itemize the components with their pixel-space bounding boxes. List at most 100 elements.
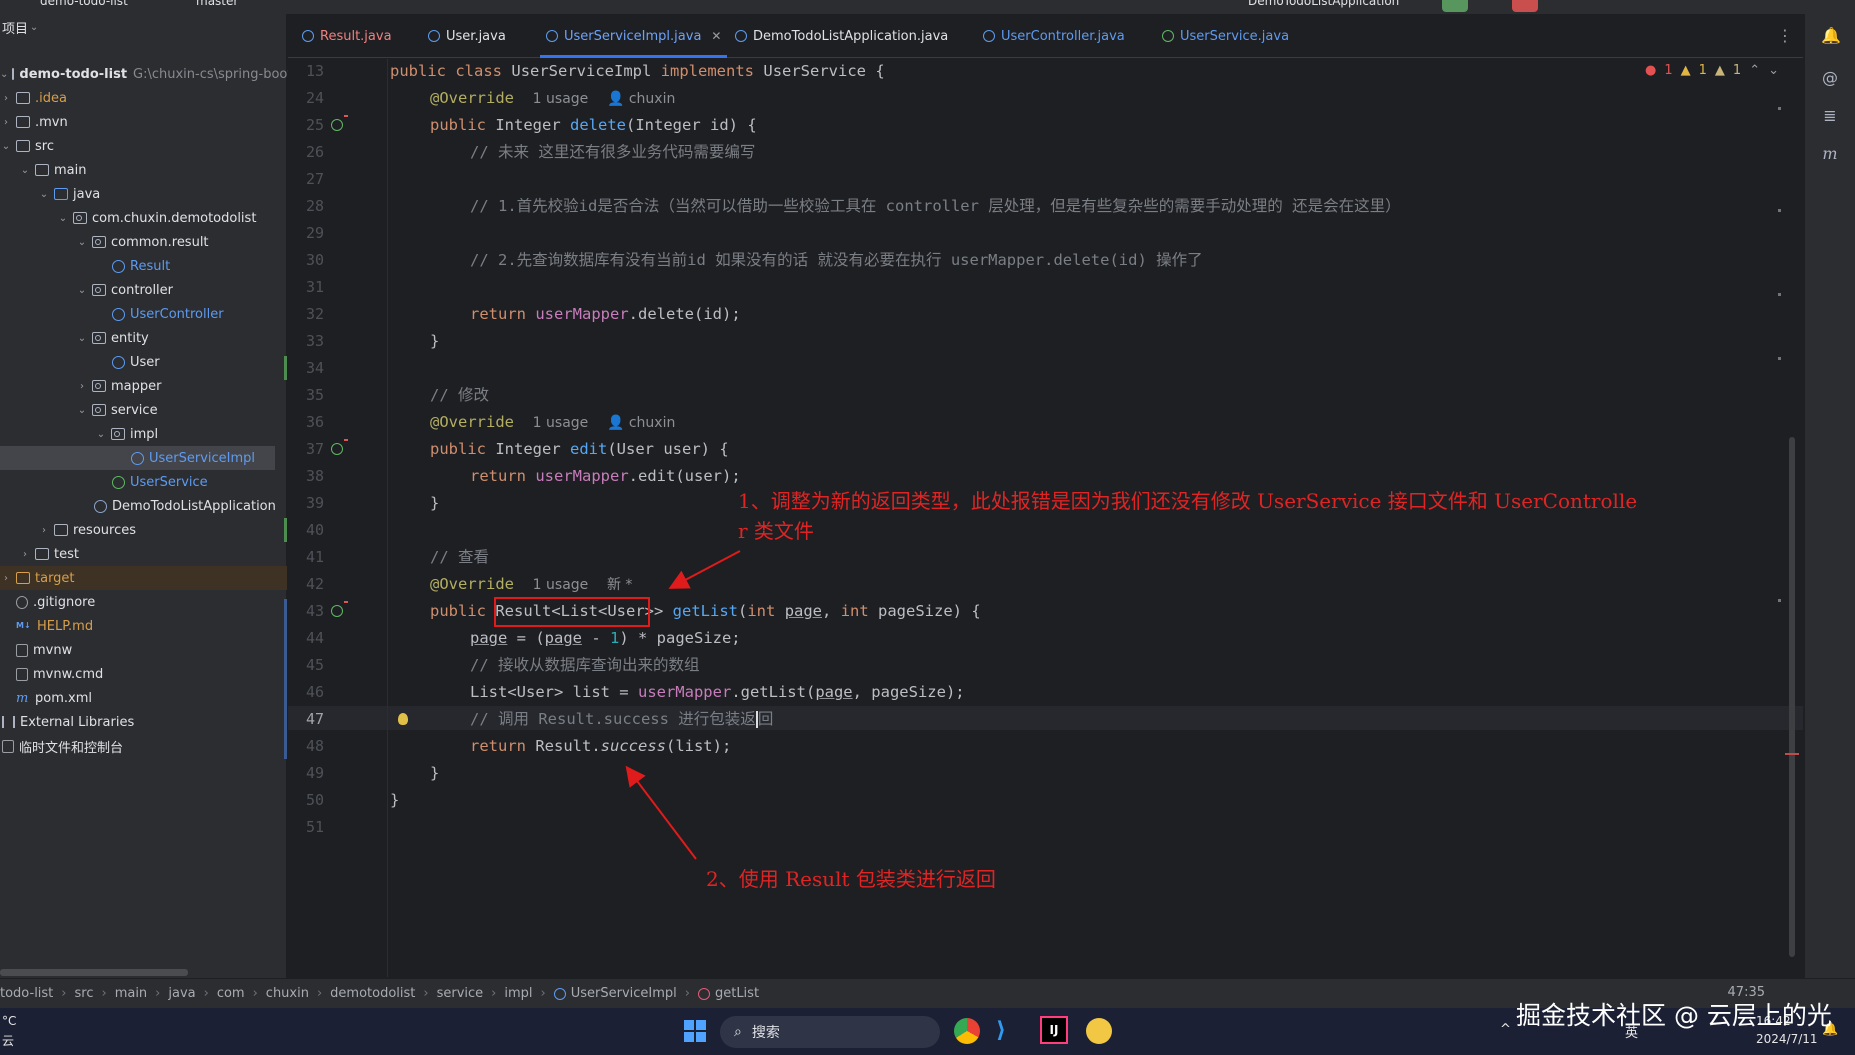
chevron-right-icon[interactable]: ›	[19, 549, 31, 560]
tree-item-mvnw[interactable]: mvnw	[0, 638, 287, 662]
tree-item-java[interactable]: ⌄ java	[0, 182, 287, 206]
project-panel-header[interactable]: 项目 ⌄	[0, 14, 286, 40]
chevron-down-icon[interactable]: ⌄	[76, 285, 88, 296]
chevron-up-icon[interactable]: ^	[1500, 1022, 1511, 1037]
chevron-right-icon[interactable]: ›	[38, 525, 50, 536]
tree-item-main[interactable]: ⌄ main	[0, 158, 287, 182]
chevron-right-icon[interactable]: ›	[0, 573, 12, 584]
intellij-icon[interactable]: IJ	[1040, 1016, 1068, 1044]
chevron-down-icon[interactable]: ⌄	[19, 165, 31, 176]
tree-root[interactable]: ⌄ demo-todo-list G:\chuxin-cs\spring-boo…	[0, 62, 297, 86]
tree-item-service[interactable]: ⌄ service	[0, 398, 287, 422]
ai-assistant-icon[interactable]: @	[1821, 68, 1839, 87]
tree-item-impl[interactable]: ⌄ impl	[0, 422, 287, 446]
tab-application-java[interactable]: DemoTodoListApplication.java	[735, 14, 948, 58]
close-icon[interactable]: ✕	[711, 29, 721, 43]
tree-item-common-result[interactable]: ⌄ common.result	[0, 230, 287, 254]
tab-usercontroller-java[interactable]: UserController.java	[983, 14, 1125, 58]
tree-item-mvn[interactable]: › .mvn	[0, 110, 287, 134]
code-editor[interactable]: 13 24 25 26 27 28 29 30 31 32 33 34 35 3…	[284, 59, 1803, 977]
vcs-change-marker[interactable]	[284, 518, 287, 542]
tree-item-help-md[interactable]: M↓ HELP.md	[0, 614, 287, 638]
stop-icon[interactable]	[1512, 0, 1538, 12]
tree-item-src[interactable]: ⌄ src	[0, 134, 287, 158]
tree-item-userservice[interactable]: UserService	[0, 470, 287, 494]
chevron-down-icon[interactable]: ⌄	[95, 429, 107, 440]
breadcrumb-item[interactable]: java	[168, 986, 195, 1001]
tree-item-resources[interactable]: › resources	[0, 518, 287, 542]
tab-userserviceimpl-java[interactable]: UserServiceImpl.java ✕	[539, 14, 728, 58]
tree-item-mvnw-cmd[interactable]: mvnw.cmd	[0, 662, 287, 686]
breadcrumb-item[interactable]: demotodolist	[330, 986, 415, 1001]
tree-item-mapper[interactable]: › mapper	[0, 374, 287, 398]
breadcrumb-item[interactable]: src	[75, 986, 94, 1001]
tree-item-usercontroller[interactable]: UserController	[0, 302, 287, 326]
breadcrumb-item[interactable]: main	[115, 986, 147, 1001]
chevron-down-icon[interactable]: ⌄	[1768, 63, 1779, 78]
tree-item-entity[interactable]: ⌄ entity	[0, 326, 287, 350]
chevron-right-icon[interactable]: ›	[0, 117, 12, 128]
tree-item-controller[interactable]: ⌄ controller	[0, 278, 287, 302]
tree-item-test[interactable]: › test	[0, 542, 287, 566]
weather-condition[interactable]: 云	[2, 1032, 14, 1049]
tab-user-java[interactable]: User.java	[428, 14, 506, 58]
breadcrumb-item[interactable]: impl	[504, 986, 532, 1001]
inspection-widget[interactable]: ● 1 ▲ 1 ▲ 1 ⌃ ⌄	[1645, 63, 1779, 78]
tree-item-external-libraries[interactable]: External Libraries	[0, 710, 287, 734]
error-stripe-mark[interactable]	[1785, 753, 1799, 755]
project-menu[interactable]: demo-todo-list	[40, 0, 128, 8]
implements-method-icon[interactable]	[331, 439, 348, 455]
tree-item-result[interactable]: Result	[0, 254, 287, 278]
chevron-up-icon[interactable]: ⌃	[1749, 63, 1760, 78]
tree-item-pom[interactable]: m pom.xml	[0, 686, 287, 710]
tab-userservice-java[interactable]: UserService.java	[1162, 14, 1289, 58]
breadcrumb-method[interactable]: getList	[697, 986, 759, 1001]
tree-item-user[interactable]: User	[0, 350, 287, 374]
chevron-down-icon[interactable]: ⌄	[28, 22, 40, 33]
vcs-change-marker[interactable]	[284, 356, 287, 380]
breadcrumb-class[interactable]: UserServiceImpl	[553, 986, 677, 1001]
tree-item-application[interactable]: DemoTodoListApplication	[0, 494, 287, 518]
tree-item-target[interactable]: › target	[0, 566, 287, 590]
run-icon[interactable]	[1442, 0, 1468, 12]
taskbar-search[interactable]: ⌕ 搜索	[720, 1016, 940, 1048]
app-icon[interactable]	[1086, 1018, 1112, 1044]
vertical-scrollbar[interactable]	[1789, 437, 1795, 957]
chrome-icon[interactable]	[954, 1018, 980, 1044]
vcs-change-marker[interactable]	[284, 599, 287, 759]
tree-item-idea[interactable]: › .idea	[0, 86, 287, 110]
notifications-icon[interactable]: 🔔	[1821, 26, 1841, 45]
chevron-down-icon[interactable]: ⌄	[0, 141, 12, 152]
chevron-right-icon[interactable]: ›	[0, 93, 12, 104]
maven-icon[interactable]: m	[1821, 144, 1839, 163]
chevron-down-icon[interactable]: ⌄	[76, 237, 88, 248]
windows-start-icon[interactable]	[684, 1020, 706, 1042]
code-line-50: }	[390, 791, 400, 809]
breadcrumb-item[interactable]: com	[217, 986, 245, 1001]
branch-menu[interactable]: master	[196, 0, 238, 8]
chevron-down-icon[interactable]: ⌄	[57, 213, 69, 224]
database-icon[interactable]: ≣	[1821, 106, 1839, 125]
chevron-down-icon[interactable]: ⌄	[0, 69, 8, 80]
tree-item-userserviceimpl[interactable]: UserServiceImpl	[0, 446, 275, 470]
breadcrumb-item[interactable]: chuxin	[266, 986, 309, 1001]
clock-date[interactable]: 2024/7/11	[1756, 1032, 1818, 1046]
tab-result-java[interactable]: Result.java	[302, 14, 392, 58]
horizontal-scrollbar[interactable]	[0, 969, 188, 976]
chevron-down-icon[interactable]: ⌄	[76, 333, 88, 344]
implements-method-icon[interactable]	[331, 601, 348, 617]
more-vertical-icon[interactable]: ⋮	[1777, 26, 1793, 45]
chevron-down-icon[interactable]: ⌄	[38, 189, 50, 200]
vscode-icon[interactable]: ⟩	[996, 1018, 1022, 1044]
run-config-menu[interactable]: DemoTodoListApplication	[1248, 0, 1399, 8]
weather-temp[interactable]: °C	[2, 1014, 16, 1028]
implements-method-icon[interactable]	[331, 115, 348, 131]
tree-item-scratches[interactable]: 临时文件和控制台	[0, 734, 287, 758]
chevron-down-icon[interactable]: ⌄	[76, 405, 88, 416]
chevron-right-icon[interactable]: ›	[76, 381, 88, 392]
tree-item-gitignore[interactable]: .gitignore	[0, 590, 287, 614]
tree-item-package-root[interactable]: ⌄ com.chuxin.demotodolist	[0, 206, 287, 230]
breadcrumb-item[interactable]: todo-list	[0, 986, 53, 1001]
lightbulb-icon[interactable]	[398, 713, 408, 725]
breadcrumb-item[interactable]: service	[437, 986, 484, 1001]
